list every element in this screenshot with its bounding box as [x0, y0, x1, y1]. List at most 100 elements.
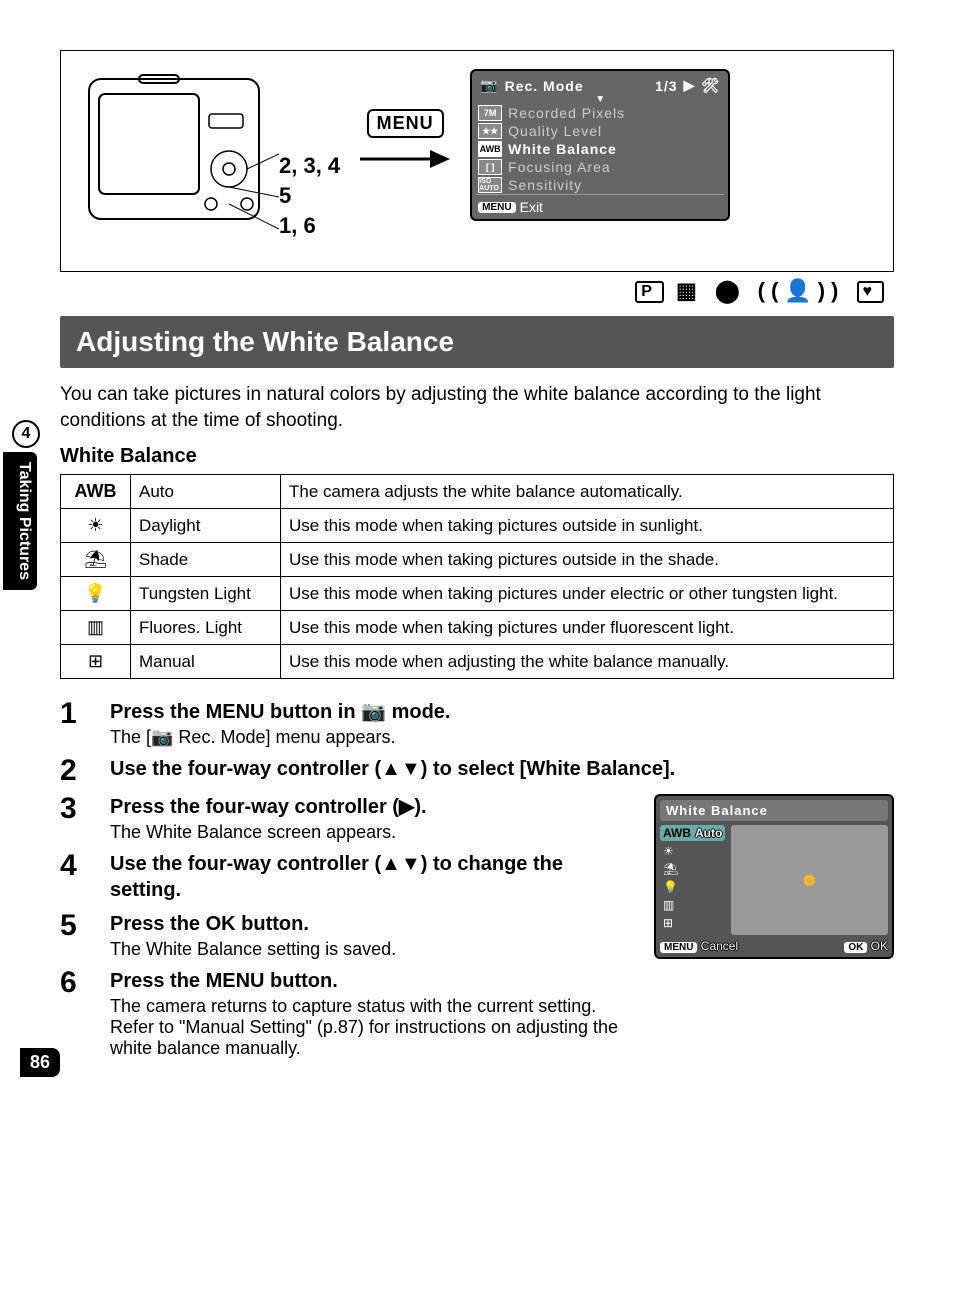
wb-option-fluorescent: ▥	[660, 897, 725, 913]
lcd-icon-focus: [ ]	[478, 159, 502, 175]
wb-option-shade: ⛱	[660, 861, 725, 877]
step-desc: The White Balance setting is saved.	[110, 939, 638, 960]
menu-flow: MENU	[360, 109, 450, 174]
step-title: Use the four-way controller (▲▼) to chan…	[110, 851, 638, 903]
wb-desc: Use this mode when taking pictures under…	[281, 577, 894, 611]
step-desc: The camera returns to capture status wit…	[110, 996, 638, 1059]
wb-option-tungsten: 💡	[660, 879, 725, 895]
wb-option-label: Auto	[695, 826, 722, 840]
lcd-label: Recorded Pixels	[508, 105, 625, 121]
settings-tab-icon: 🛠	[701, 77, 720, 94]
chapter-number: 4	[12, 420, 40, 448]
scroll-right-icon: ▶	[684, 77, 696, 94]
mode-p-icon: P	[635, 281, 664, 303]
step-number: 5	[60, 911, 92, 941]
camera-illustration-block: 2, 3, 4 5 1, 6	[79, 69, 340, 259]
step-1: 1 Press the MENU button in 📷 mode. The […	[60, 699, 894, 748]
wb-desc: Use this mode when taking pictures outsi…	[281, 509, 894, 543]
side-tab: 4 Taking Pictures	[0, 420, 40, 590]
lcd-label: Focusing Area	[508, 159, 611, 175]
lcd-title: Rec. Mode	[505, 78, 584, 94]
table-row: 💡 Tungsten Light Use this mode when taki…	[61, 577, 894, 611]
wb-footer-right-badge: OK	[844, 942, 867, 953]
step-2: 2 Use the four-way controller (▲▼) to se…	[60, 756, 894, 786]
wb-preview-image: 🌼	[731, 825, 888, 935]
chapter-label: Taking Pictures	[3, 452, 37, 590]
step-number: 1	[60, 699, 92, 729]
lcd-label: White Balance	[508, 141, 617, 157]
wb-option-manual: ⊞	[660, 915, 725, 931]
leader-label-1: 2, 3, 4	[279, 153, 340, 179]
wb-option-icon: AWB	[663, 826, 691, 840]
step-number: 3	[60, 794, 92, 824]
wb-icon-awb: AWB	[61, 475, 131, 509]
lcd-icon-stars: ★★	[478, 123, 502, 139]
wb-name: Shade	[131, 543, 281, 577]
step-3: 3 Press the four-way controller (▶). The…	[60, 794, 638, 843]
wb-footer-right: OK	[871, 939, 888, 953]
mode-heart-icon: ♥	[857, 281, 885, 303]
lcd-row-focusing-area: [ ] Focusing Area	[476, 158, 724, 176]
wb-name: Tungsten Light	[131, 577, 281, 611]
lcd-down-arrow-icon: ▼	[476, 96, 724, 104]
lcd-label: Sensitivity	[508, 177, 582, 193]
step-6: 6 Press the MENU button. The camera retu…	[60, 968, 638, 1059]
wb-name: Auto	[131, 475, 281, 509]
wb-desc: Use this mode when taking pictures under…	[281, 611, 894, 645]
page-number: 86	[20, 1048, 60, 1077]
table-row: ▥ Fluores. Light Use this mode when taki…	[61, 611, 894, 645]
white-balance-table: AWB Auto The camera adjusts the white ba…	[60, 474, 894, 679]
menu-badge: MENU	[367, 109, 444, 138]
applicable-modes-strip: P ▦ ⬤ ((👤)) ♥	[60, 278, 884, 304]
step-title: Press the OK button.	[110, 911, 638, 937]
top-diagram-panel: 2, 3, 4 5 1, 6 MENU 📷 Rec. Mode 1/3 ▶ 🛠 …	[60, 50, 894, 272]
leader-label-3: 1, 6	[279, 213, 340, 239]
intro-text: You can take pictures in natural colors …	[60, 382, 894, 433]
lcd-label: Quality Level	[508, 123, 602, 139]
lcd-footer-badge: MENU	[478, 202, 515, 213]
leader-labels: 2, 3, 4 5 1, 6	[279, 149, 340, 243]
step-title: Press the MENU button.	[110, 968, 638, 994]
lcd-row-sensitivity: ISO AUTO Sensitivity	[476, 176, 724, 194]
camera-illustration	[79, 69, 279, 259]
wb-icon-tungsten: 💡	[61, 577, 131, 611]
step-4: 4 Use the four-way controller (▲▼) to ch…	[60, 851, 638, 903]
step-5: 5 Press the OK button. The White Balance…	[60, 911, 638, 960]
step-title: Use the four-way controller (▲▼) to sele…	[110, 756, 894, 782]
step-number: 6	[60, 968, 92, 998]
lcd-icon-iso: ISO AUTO	[478, 177, 502, 193]
step-desc: The White Balance screen appears.	[110, 822, 638, 843]
lcd-row-quality-level: ★★ Quality Level	[476, 122, 724, 140]
arrow-icon	[360, 144, 450, 174]
wb-footer-left-badge: MENU	[660, 942, 697, 953]
leader-label-2: 5	[279, 183, 340, 209]
camera-icon: 📷	[480, 77, 498, 94]
lcd-row-recorded-pixels: 7M Recorded Pixels	[476, 104, 724, 122]
table-row: ⊞ Manual Use this mode when adjusting th…	[61, 645, 894, 679]
step-number: 4	[60, 851, 92, 881]
wb-name: Fluores. Light	[131, 611, 281, 645]
step-title: Press the MENU button in 📷 mode.	[110, 699, 894, 725]
lcd-row-white-balance: AWB White Balance	[476, 140, 724, 158]
wb-name: Daylight	[131, 509, 281, 543]
lcd-footer-label: Exit	[520, 199, 543, 215]
wb-icon-shade: ⛱	[61, 543, 131, 577]
wb-icon-daylight: ☀	[61, 509, 131, 543]
lcd-page-indicator: 1/3	[655, 78, 677, 94]
wb-option-awb: AWB Auto	[660, 825, 725, 841]
table-row: ⛱ Shade Use this mode when taking pictur…	[61, 543, 894, 577]
rec-mode-menu-screen: 📷 Rec. Mode 1/3 ▶ 🛠 ▼ 7M Recorded Pixels…	[470, 69, 730, 221]
table-row: AWB Auto The camera adjusts the white ba…	[61, 475, 894, 509]
wb-icon-manual: ⊞	[61, 645, 131, 679]
step-title: Press the four-way controller (▶).	[110, 794, 638, 820]
mode-group-icons: ▦ ⬤ ((👤))	[676, 278, 856, 303]
step-number: 2	[60, 756, 92, 786]
wb-desc: Use this mode when taking pictures outsi…	[281, 543, 894, 577]
lcd-icon-7m: 7M	[478, 105, 502, 121]
wb-screen-title: White Balance	[660, 800, 888, 821]
wb-desc: The camera adjusts the white balance aut…	[281, 475, 894, 509]
wb-name: Manual	[131, 645, 281, 679]
wb-desc: Use this mode when adjusting the white b…	[281, 645, 894, 679]
table-row: ☀ Daylight Use this mode when taking pic…	[61, 509, 894, 543]
wb-icon-fluorescent: ▥	[61, 611, 131, 645]
